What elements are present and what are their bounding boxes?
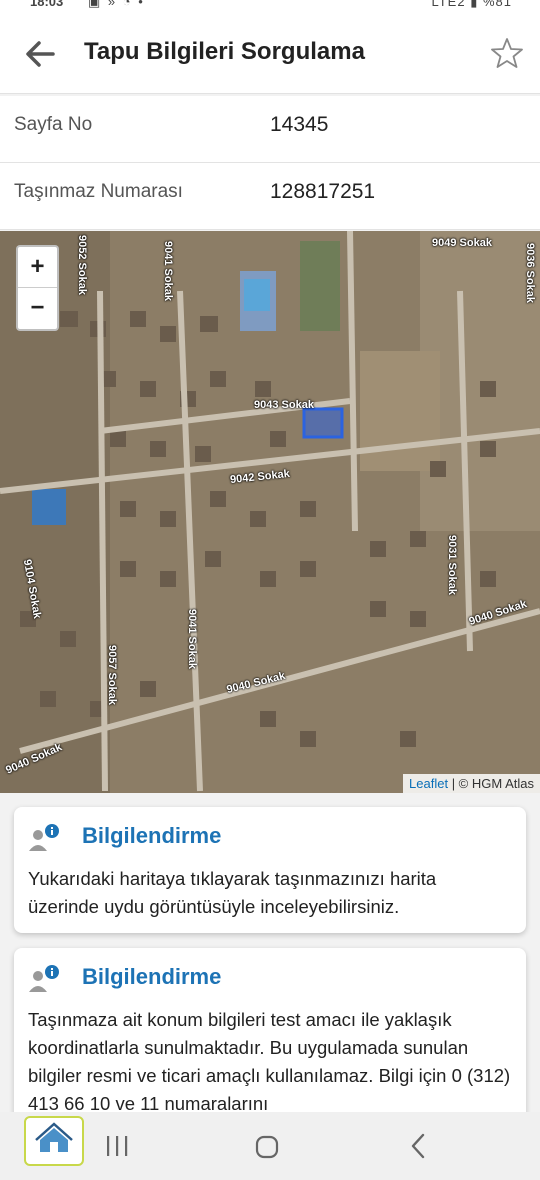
notification-icons: ▣ » ◔ • — [88, 0, 145, 9]
eval-emlak-logo — [24, 1116, 84, 1166]
network-label: LTE2 — [431, 0, 466, 9]
status-bar: 18:03 ▣ » ◔ • LTE2 ▮ %81 — [0, 0, 540, 14]
system-nav-bar — [0, 1112, 540, 1180]
battery-label: %81 — [482, 0, 512, 9]
info-value: 128817251 — [270, 180, 376, 203]
zoom-control: + − — [16, 245, 59, 331]
attribution-text: | © HGM Atlas — [448, 776, 534, 791]
street-label: 9036 Sokak — [523, 243, 536, 303]
signal-icon: ▮ — [470, 0, 479, 9]
info-value: 14345 — [270, 113, 329, 136]
user-info-icon — [29, 965, 59, 992]
street-label: 9052 Sokak — [75, 235, 88, 295]
card-text: Yukarıdaki haritaya tıklayarak taşınmazı… — [28, 868, 437, 917]
app-bar: Tapu Bilgileri Sorgulama — [0, 14, 540, 94]
card-title: Bilgilendirme — [82, 823, 222, 848]
street-label: 9041 Sokak — [185, 609, 198, 669]
user-info-icon — [29, 824, 59, 851]
leaflet-link[interactable]: Leaflet — [409, 776, 448, 791]
status-time: 18:03 — [30, 0, 64, 9]
info-rows: Sayfa No 14345 Taşınmaz Numarası 1288172… — [0, 96, 540, 230]
status-right: LTE2 ▮ %81 — [431, 0, 512, 10]
info-label: Sayfa No — [14, 114, 93, 135]
satellite-map[interactable]: 9049 Sokak 9036 Sokak 9052 Sokak 9041 So… — [0, 231, 540, 793]
zoom-in-button[interactable]: + — [18, 247, 57, 288]
street-label: 9041 Sokak — [161, 241, 174, 301]
info-card: Bilgilendirme Yukarıdaki haritaya tıklay… — [14, 807, 526, 933]
street-label: 9049 Sokak — [432, 237, 492, 249]
satellite-imagery — [0, 231, 540, 793]
street-label: 9043 Sokak — [254, 399, 314, 411]
zoom-out-button[interactable]: − — [18, 288, 57, 329]
street-label: 9057 Sokak — [105, 645, 118, 705]
card-text: Taşınmaza ait konum bilgileri test amacı… — [28, 1009, 511, 1114]
street-label: 9031 Sokak — [445, 535, 458, 595]
back-chevron-icon[interactable] — [406, 1132, 432, 1160]
house-logo-icon — [35, 1122, 73, 1152]
page: 18:03 ▣ » ◔ • LTE2 ▮ %81 Tapu Bilgileri … — [0, 0, 540, 1180]
card-title: Bilgilendirme — [82, 964, 222, 989]
info-row-tasinmaz: Taşınmaz Numarası 128817251 — [0, 163, 540, 230]
recent-apps-icon[interactable] — [104, 1134, 130, 1158]
info-label: Taşınmaz Numarası — [14, 181, 183, 202]
arrow-left-icon[interactable] — [20, 34, 60, 74]
map-attribution: Leaflet | © HGM Atlas — [403, 774, 540, 793]
star-outline-icon[interactable] — [490, 36, 524, 70]
info-card: Bilgilendirme Taşınmaza ait konum bilgil… — [14, 948, 526, 1128]
home-circle-icon[interactable] — [254, 1134, 280, 1160]
info-row-sayfa: Sayfa No 14345 — [0, 96, 540, 163]
page-title: Tapu Bilgileri Sorgulama — [84, 38, 365, 65]
